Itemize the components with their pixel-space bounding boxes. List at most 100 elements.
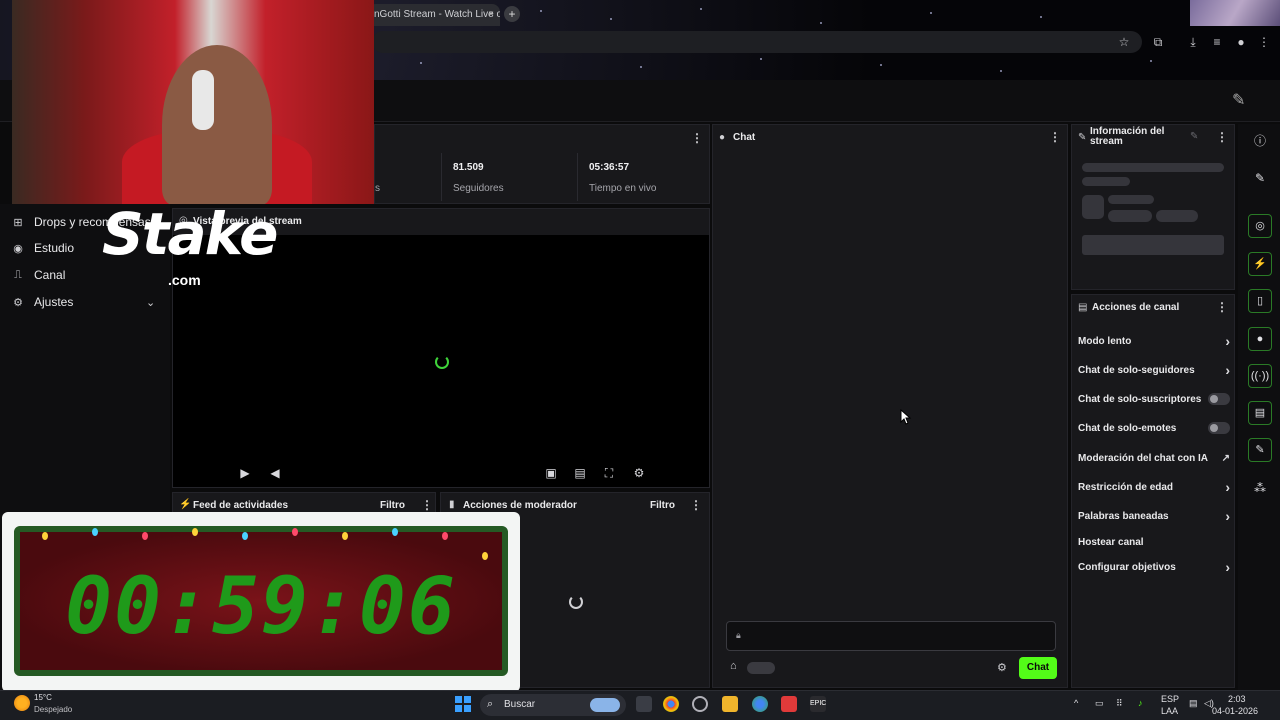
windows-start-icon[interactable]	[455, 696, 471, 712]
action-ai-moderation[interactable]: Moderación del chat con IA ↗	[1078, 449, 1230, 467]
info-title: Información del stream	[1090, 126, 1165, 147]
edit-icon[interactable]: ✎	[1190, 131, 1198, 142]
browser-tab[interactable]: nGotti Stream - Watch Live o ×	[368, 4, 500, 26]
stream-info-panel: ✎ Información del stream ✎ ⋮	[1071, 124, 1235, 290]
action-label: Chat de solo-suscriptores	[1078, 393, 1202, 405]
address-bar[interactable]	[372, 31, 1142, 53]
volume-icon[interactable]: ◀	[267, 465, 283, 481]
stats-panel: ⋮ s 81.509 Seguidores 05:36:57 Tiempo en…	[374, 124, 710, 204]
feed-filter-button[interactable]: Filtro	[380, 500, 405, 511]
chrome-active-icon[interactable]	[752, 696, 768, 712]
language-top[interactable]: ESP	[1161, 694, 1179, 704]
tab-close-icon[interactable]: ×	[488, 4, 494, 26]
theater-icon[interactable]: ▤	[572, 465, 588, 481]
moderator-filter-button[interactable]: Filtro	[650, 500, 675, 511]
lightning-icon[interactable]: ⚡	[1248, 252, 1272, 276]
chevron-right-icon: ›	[1225, 559, 1230, 575]
countdown-digits: 00:59:06	[65, 562, 457, 652]
action-label: Chat de solo-emotes	[1078, 422, 1177, 434]
chevron-down-icon[interactable]: ⌄	[146, 296, 155, 309]
stake-logo-domain: .com	[168, 272, 201, 288]
channel-actions-menu-icon[interactable]: ⋮	[1216, 300, 1228, 314]
followers-value: 81.509	[453, 162, 484, 173]
pencil-icon[interactable]: ✎	[1248, 166, 1272, 190]
webcam-overlay	[12, 0, 374, 204]
feed-menu-icon[interactable]: ⋮	[421, 498, 433, 512]
stack-icon[interactable]: ▤	[1248, 401, 1272, 425]
pip-icon[interactable]: ▣	[543, 465, 559, 481]
info-menu-icon[interactable]: ⋮	[1216, 130, 1228, 144]
fullscreen-icon[interactable]: ⛶	[601, 465, 617, 481]
skeleton-pill	[1108, 210, 1152, 222]
action-followers-only[interactable]: Chat de solo-seguidores ›	[1078, 361, 1230, 379]
browser-menu-icon[interactable]: ⋮	[1256, 34, 1272, 50]
network-icon[interactable]: ▤	[1189, 698, 1198, 709]
moderator-menu-icon[interactable]: ⋮	[690, 498, 702, 512]
feed-title: Feed de actividades	[193, 500, 289, 511]
sidebar-item-ajustes[interactable]: ⚙ Ajustes	[12, 292, 73, 312]
action-emotes-only: Chat de solo-emotes	[1078, 419, 1230, 437]
info-icon[interactable]: ⓘ	[1248, 129, 1272, 153]
reading-list-icon[interactable]: ≡	[1209, 34, 1225, 50]
chat-bubble-icon[interactable]: ●	[1248, 327, 1272, 351]
apps-icon[interactable]: ⠿	[1116, 698, 1123, 709]
youtube-icon[interactable]	[781, 696, 797, 712]
chat-menu-icon[interactable]: ⋮	[1049, 130, 1061, 144]
chat-settings-icon[interactable]: ⚙	[997, 661, 1007, 674]
action-age-restriction[interactable]: Restricción de edad ›	[1078, 478, 1230, 496]
weather-sun-icon[interactable]	[14, 695, 30, 711]
lightning-icon: ⚡	[179, 499, 192, 510]
weather-condition: Despejado	[34, 705, 73, 714]
weather-temperature: 15°C	[34, 693, 52, 702]
skeleton-line	[1108, 195, 1154, 204]
action-banned-words[interactable]: Palabras baneadas ›	[1078, 507, 1230, 525]
chat-input[interactable]: 🔒︎	[726, 621, 1056, 651]
bookmark-star-icon[interactable]: ☆	[1116, 34, 1132, 50]
external-link-icon: ↗	[1221, 452, 1230, 464]
action-host-channel[interactable]: Hostear canal	[1078, 533, 1230, 551]
people-icon[interactable]: ⁂	[1248, 476, 1272, 500]
subscribers-only-toggle[interactable]	[1208, 393, 1230, 405]
action-configure-goals[interactable]: Configurar objetivos ›	[1078, 558, 1230, 576]
store-icon[interactable]: ⌂	[730, 660, 737, 672]
document-icon[interactable]: ▯	[1248, 289, 1272, 313]
epic-games-icon[interactable]: EPIC	[810, 696, 826, 712]
taskbar-search[interactable]: ⌕ Buscar	[480, 694, 626, 716]
clock-time[interactable]: 2:03	[1228, 694, 1246, 704]
play-icon[interactable]: ▶	[237, 465, 253, 481]
battery-icon[interactable]: ▭	[1095, 698, 1104, 709]
skeleton-line	[1082, 163, 1224, 172]
emotes-only-toggle[interactable]	[1208, 422, 1230, 434]
studio-icon: ◉	[13, 242, 23, 255]
task-view-icon[interactable]	[636, 696, 652, 712]
stats-menu-icon[interactable]: ⋮	[691, 131, 703, 145]
sidebar-item-canal[interactable]: ⎍ Canal	[12, 265, 65, 285]
tray-chevron-up-icon[interactable]: ^	[1074, 698, 1078, 708]
user-avatar-icon[interactable]: ✎	[1232, 90, 1254, 112]
language-bottom: LAA	[1161, 706, 1179, 716]
broadcast-icon[interactable]: ((·))	[1248, 364, 1272, 388]
right-rail: ⓘ ✎ ◎ ⚡ ▯ ● ((·)) ▤ ✎ ⁂	[1238, 124, 1280, 690]
extensions-icon[interactable]: ⧉	[1150, 34, 1166, 50]
chat-panel: ● Chat ⋮ 🔒︎ ⌂ ⚙ Chat	[712, 124, 1068, 688]
download-icon[interactable]: ⤓	[1185, 34, 1201, 50]
chat-send-button[interactable]: Chat	[1019, 657, 1057, 679]
wrench-icon[interactable]: ✎	[1248, 438, 1272, 462]
microphone-icon[interactable]: ♪	[1138, 698, 1143, 708]
loading-spinner	[435, 355, 449, 369]
search-label: Buscar	[504, 699, 536, 710]
lock-icon: 🔒︎	[736, 630, 741, 640]
camera-icon[interactable]: ◎	[1248, 214, 1272, 238]
profile-icon[interactable]: ●	[1233, 34, 1249, 50]
steam-icon[interactable]	[692, 696, 708, 712]
sidebar-item-estudio[interactable]: ◉ Estudio	[12, 238, 74, 258]
chevron-right-icon: ›	[1225, 508, 1230, 524]
action-slow-mode[interactable]: Modo lento ›	[1078, 332, 1230, 350]
new-tab-button[interactable]: +	[504, 6, 520, 22]
chrome-icon[interactable]	[663, 696, 679, 712]
file-explorer-icon[interactable]	[722, 696, 738, 712]
gear-icon: ⚙	[13, 296, 23, 309]
stake-logo-text: Stake	[102, 200, 278, 268]
points-pill[interactable]	[747, 662, 775, 674]
settings-icon[interactable]: ⚙	[631, 465, 647, 481]
